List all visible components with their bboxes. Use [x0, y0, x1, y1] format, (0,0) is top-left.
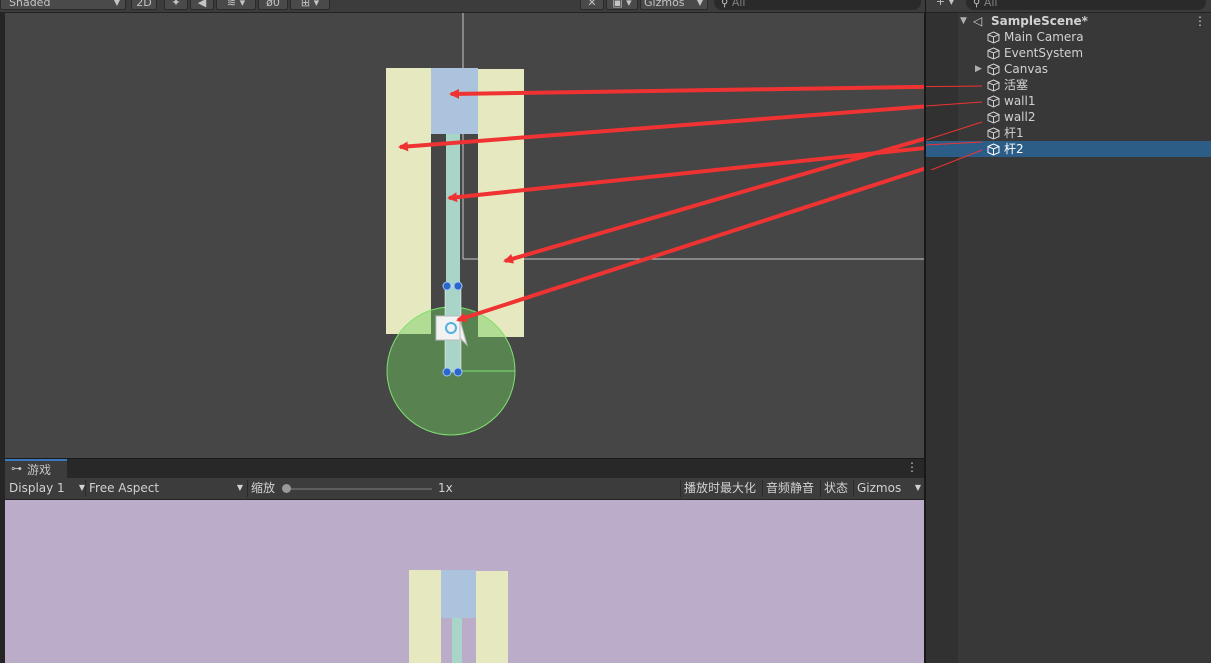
- item-label: 杆2: [1004, 142, 1024, 156]
- game-rod1: [452, 618, 462, 663]
- hidden-count: 0: [272, 0, 280, 9]
- scale-value: 1x: [438, 481, 453, 495]
- item-label: 杆1: [1004, 126, 1024, 140]
- grid-snapping-dropdown-icon[interactable]: ⊞ ▾: [290, 0, 330, 10]
- camera-dropdown-icon[interactable]: ▣ ▾: [606, 0, 638, 10]
- joint-dot: [453, 281, 463, 291]
- scene-name: SampleScene*: [991, 14, 1088, 28]
- item-label: Canvas: [1004, 62, 1049, 76]
- hierarchy-search-input[interactable]: ⚲ All: [966, 0, 1206, 10]
- joint-dot: [442, 367, 452, 377]
- gameobject-cube-icon: [987, 95, 1000, 108]
- mute-audio-toggle[interactable]: 音频静音: [766, 478, 814, 498]
- effects-dropdown-icon[interactable]: ≋ ▾: [216, 0, 256, 10]
- tools-icon[interactable]: ✕: [580, 0, 604, 10]
- item-label: wall1: [1004, 94, 1036, 108]
- gizmos-dropdown[interactable]: Gizmos ▼: [640, 0, 708, 10]
- game-gizmos-dropdown[interactable]: Gizmos ▼: [857, 478, 921, 498]
- game-tab-label: 游戏: [27, 463, 52, 477]
- wall2-sprite: [478, 69, 524, 337]
- gameobject-cube-icon: [987, 31, 1000, 44]
- wall1-sprite: [386, 68, 431, 334]
- game-tab-menu-icon[interactable]: ⋮: [906, 460, 918, 474]
- piston-sprite: [431, 68, 478, 134]
- item-label: 活塞: [1004, 78, 1029, 92]
- gameobject-cube-icon: [987, 127, 1000, 140]
- aspect-label: Free Aspect: [89, 481, 160, 495]
- game-wall1: [409, 570, 441, 663]
- gameobject-cube-icon: [987, 63, 1000, 76]
- display-label: Display 1: [9, 481, 65, 495]
- scale-slider-track[interactable]: [287, 488, 432, 490]
- shading-mode-label: Shaded: [9, 0, 51, 9]
- scene-toolbar: Shaded ▼ 2D ✦ ◀ ≋ ▾ ø0 ⊞ ▾ ✕ ▣ ▾ Gizmos …: [0, 0, 925, 13]
- gameobject-cube-icon: [987, 79, 1000, 92]
- shading-mode-dropdown[interactable]: Shaded ▼: [0, 0, 126, 10]
- gizmos-label: Gizmos: [644, 0, 685, 9]
- lighting-toggle-icon[interactable]: ✦: [164, 0, 188, 10]
- game-toolbar: Display 1 ▼ Free Aspect ▼ 缩放 1x 播放时最大化 音…: [5, 478, 924, 500]
- scale-slider-thumb[interactable]: [282, 484, 291, 493]
- joint-dot: [453, 367, 463, 377]
- scene-canvas[interactable]: [5, 13, 924, 458]
- rod1-sprite: [446, 134, 460, 286]
- scale-label: 缩放: [251, 481, 276, 495]
- eye-slash-icon: ø: [266, 0, 273, 9]
- item-label: EventSystem: [1004, 46, 1084, 60]
- scene-view[interactable]: [5, 13, 924, 458]
- display-dropdown[interactable]: Display 1 ▼: [9, 478, 85, 498]
- scene-visibility-button[interactable]: ø0: [258, 0, 288, 10]
- tab-game[interactable]: ⊶ 游戏: [5, 459, 67, 478]
- gizmos-label: Gizmos: [857, 481, 902, 495]
- gamepad-icon: ⊶: [11, 462, 22, 475]
- stats-toggle[interactable]: 状态: [824, 478, 848, 498]
- annotation-arrow-tails: [926, 85, 983, 170]
- game-piston: [441, 570, 476, 618]
- gameobject-cube-icon: [987, 47, 1000, 60]
- game-view[interactable]: [5, 500, 924, 663]
- chevron-down-icon: ▼: [236, 483, 243, 492]
- chevron-down-icon: ▼: [914, 483, 921, 492]
- joint-dot: [442, 281, 452, 291]
- 2d-toggle-button[interactable]: 2D: [131, 0, 157, 10]
- game-wall2: [476, 571, 508, 663]
- chevron-down-icon: ▼: [696, 0, 703, 7]
- aspect-dropdown[interactable]: Free Aspect ▼: [89, 478, 243, 498]
- scene-search-placeholder: All: [731, 0, 746, 9]
- gameobject-cube-icon: [987, 143, 1000, 156]
- game-tab-bar: [5, 459, 924, 478]
- game-canvas: [409, 570, 508, 663]
- item-label: wall2: [1004, 110, 1036, 124]
- scene-menu-icon[interactable]: ⋮: [1194, 13, 1206, 29]
- maximize-on-play-toggle[interactable]: 播放时最大化: [684, 478, 756, 498]
- search-icon: ⚲: [721, 0, 729, 9]
- scene-search-input[interactable]: ⚲ All: [714, 0, 921, 10]
- item-label: Main Camera: [1004, 30, 1084, 44]
- gameobject-cube-icon: [987, 111, 1000, 124]
- audio-toggle-icon[interactable]: ◀: [190, 0, 214, 10]
- chevron-down-icon: ▼: [113, 0, 120, 7]
